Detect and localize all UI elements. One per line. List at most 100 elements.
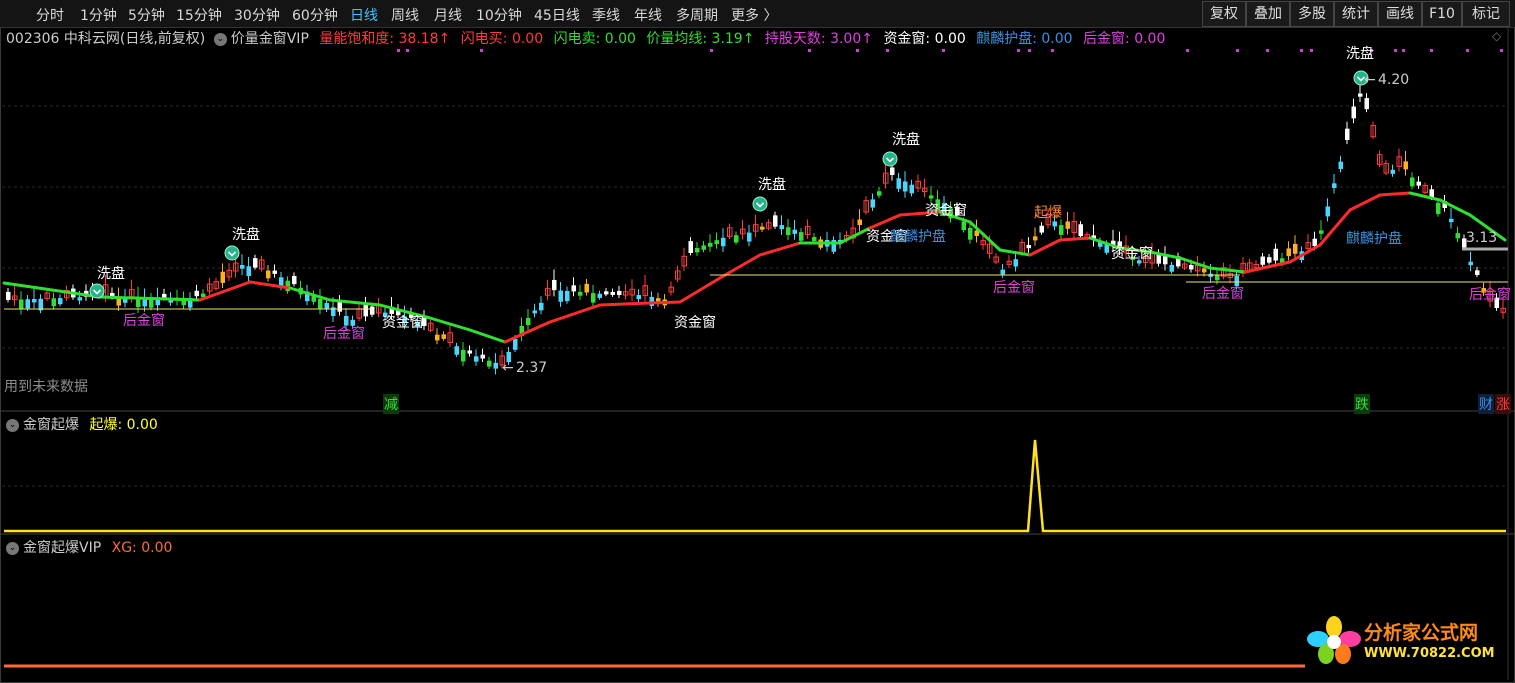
candle-body xyxy=(246,266,251,277)
candle-body xyxy=(786,227,791,236)
signal-dot xyxy=(1051,49,1054,52)
candle-body xyxy=(19,299,24,310)
candle-body xyxy=(370,306,375,315)
candle-body xyxy=(929,195,934,199)
badge-reduce: 减 xyxy=(383,394,399,414)
candle-body xyxy=(1202,268,1207,273)
candle-body xyxy=(760,226,765,230)
signal-dot xyxy=(480,49,483,52)
sub-panels xyxy=(4,439,1506,668)
candle-body xyxy=(558,290,563,302)
candle-body xyxy=(597,293,602,298)
grid-lines xyxy=(0,28,1515,680)
annotation-wash-1: 洗盘 xyxy=(97,266,125,282)
candle-body xyxy=(799,232,804,241)
price-high-pointer-icon: ← xyxy=(1364,72,1376,88)
signal-dot xyxy=(1236,49,1239,52)
candle-body xyxy=(890,167,895,175)
candle-body xyxy=(1475,270,1480,275)
panel2-header: ⌄ 金窗起爆 起爆: 0.00 xyxy=(6,414,158,434)
candle-body xyxy=(1312,238,1317,246)
annotation-wash-3: 洗盘 xyxy=(758,177,786,193)
wash-badge-icon xyxy=(752,196,768,212)
signal-dot xyxy=(1186,49,1189,52)
flower-logo-icon xyxy=(1307,616,1361,664)
ma-segment xyxy=(598,301,652,307)
candle-body xyxy=(708,242,713,247)
candle-body xyxy=(1059,225,1064,235)
candle-body xyxy=(1033,236,1038,241)
candle-body xyxy=(1455,233,1460,239)
candle-body xyxy=(688,241,693,253)
candle-body xyxy=(1416,181,1421,186)
candle-body xyxy=(857,219,862,225)
candle-body xyxy=(1449,218,1454,223)
candle-body xyxy=(870,199,875,208)
candle-body xyxy=(734,235,739,243)
badge-fall: 跌 xyxy=(1354,394,1370,414)
annotation-wash-5: 洗盘 xyxy=(1346,46,1374,62)
candle-body xyxy=(1013,259,1018,267)
ma-segment xyxy=(1208,266,1247,274)
candle-body xyxy=(110,293,115,297)
signal-dot xyxy=(406,49,409,52)
candle-body xyxy=(480,354,485,359)
candle-body xyxy=(272,270,277,274)
signal-dot xyxy=(1017,49,1020,52)
candle-body xyxy=(552,279,557,291)
candle-body xyxy=(51,298,56,307)
signal-dot xyxy=(1394,49,1397,52)
candle-body xyxy=(779,225,784,230)
annotation-after-window-1: 后金窗 xyxy=(123,313,165,329)
candle-body xyxy=(1410,177,1415,187)
candle-body xyxy=(584,283,589,293)
candle-body xyxy=(714,240,719,245)
candle-body xyxy=(435,334,440,341)
candle-body xyxy=(591,293,596,303)
candle-body xyxy=(747,232,752,242)
candlestick-series xyxy=(6,84,1506,375)
signal-dot xyxy=(1266,49,1269,52)
panel3-collapse-icon[interactable]: ⌄ xyxy=(6,541,19,555)
candle-body xyxy=(636,295,641,300)
panel3-name[interactable]: 金窗起爆VIP xyxy=(23,540,101,556)
candle-body xyxy=(903,181,908,192)
annotation-after-window-4: 后金窗 xyxy=(1202,286,1244,302)
ma-segment xyxy=(678,276,722,304)
candle-body xyxy=(337,301,342,312)
annotation-qilin-2: 麒麟护盘 xyxy=(1346,231,1402,247)
candle-body xyxy=(1319,230,1324,234)
annotation-fund-window-2: 资金窗 xyxy=(674,315,716,331)
candle-body xyxy=(1390,169,1395,174)
signal-dot xyxy=(1466,49,1469,52)
candle-body xyxy=(240,265,245,269)
panel2-collapse-icon[interactable]: ⌄ xyxy=(6,418,19,432)
candle-body xyxy=(1293,243,1298,254)
annotation-wash-2: 洗盘 xyxy=(232,227,260,243)
ma-segment xyxy=(548,303,602,324)
candle-body xyxy=(792,229,797,234)
candle-body xyxy=(610,291,615,295)
annotation-after-window-3: 后金窗 xyxy=(993,280,1035,296)
signal-dot xyxy=(1402,49,1405,52)
candle-body xyxy=(1267,257,1272,263)
panel2-name[interactable]: 金窗起爆 xyxy=(23,417,79,433)
candle-body xyxy=(1215,275,1220,281)
signal-dot xyxy=(397,49,400,52)
ma-segment xyxy=(1058,236,1092,242)
candle-body xyxy=(1273,248,1278,261)
candle-body xyxy=(162,293,167,298)
candle-body xyxy=(1332,183,1337,188)
candle-body xyxy=(896,178,901,189)
candle-body xyxy=(812,237,817,242)
signal-dot xyxy=(886,49,889,52)
candle-body xyxy=(1358,93,1363,97)
panel3-header: ⌄ 金窗起爆VIP XG: 0.00 xyxy=(6,537,172,557)
candle-body xyxy=(604,291,609,295)
candle-body xyxy=(701,245,706,250)
watermark-title: 分析家公式网 xyxy=(1364,622,1479,644)
badge-finance: 财 xyxy=(1478,394,1494,414)
panel2-value: 起爆: 0.00 xyxy=(89,417,158,433)
annotation-after-window-5: 后金窗 xyxy=(1469,287,1511,303)
candle-body xyxy=(1286,248,1291,257)
